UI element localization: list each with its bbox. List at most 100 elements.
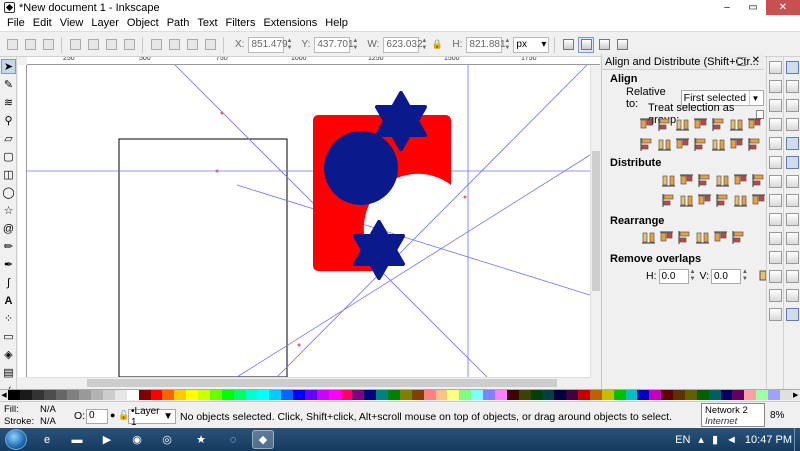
command-8-icon[interactable] (769, 194, 782, 207)
command-11-icon[interactable] (769, 251, 782, 264)
raise-icon[interactable] (166, 37, 182, 53)
color-swatch[interactable] (245, 390, 258, 400)
menu-extensions[interactable]: Extensions (259, 17, 321, 29)
lower-to-bottom-icon[interactable] (202, 37, 218, 53)
command-7-icon[interactable] (769, 175, 782, 188)
distribute-1-button[interactable] (660, 172, 677, 189)
menu-object[interactable]: Object (123, 17, 163, 29)
align-text-1-button[interactable] (638, 136, 655, 153)
snap-6-icon[interactable] (786, 156, 799, 169)
color-swatch[interactable] (376, 390, 388, 400)
overlap-v-input[interactable]: 0.0 (710, 268, 741, 284)
show-desktop-button[interactable] (794, 428, 800, 451)
calligraphy-tool-icon[interactable]: ∫ (1, 275, 16, 290)
command-3-icon[interactable] (769, 99, 782, 112)
align-text-2-button[interactable] (656, 136, 673, 153)
rearrange-2-button[interactable] (658, 229, 675, 246)
align-1-button[interactable] (638, 116, 655, 133)
x-input[interactable]: 851.479 (248, 36, 288, 53)
color-swatch[interactable] (518, 390, 531, 400)
rearrange-5-button[interactable] (712, 229, 729, 246)
menu-file[interactable]: File (3, 17, 29, 29)
color-swatch[interactable] (435, 390, 448, 400)
color-swatch[interactable] (554, 390, 567, 400)
rearrange-4-button[interactable] (694, 229, 711, 246)
color-swatch[interactable] (589, 390, 602, 400)
select-all-icon[interactable] (4, 37, 20, 53)
network-icon[interactable]: ▮ (712, 433, 718, 446)
palette-scroll-left-icon[interactable]: ◀ (0, 390, 8, 400)
color-swatch[interactable] (459, 390, 472, 400)
snap-8-icon[interactable] (786, 194, 799, 207)
rearrange-6-button[interactable] (730, 229, 747, 246)
color-swatch[interactable] (221, 390, 234, 400)
palette-scroll-right-icon[interactable]: ▶ (791, 390, 800, 400)
color-swatch[interactable] (162, 390, 175, 400)
snap-12-icon[interactable] (786, 270, 799, 283)
menu-edit[interactable]: Edit (29, 17, 56, 29)
color-swatch[interactable] (411, 390, 424, 400)
tray-expand-icon[interactable]: ▴ (698, 433, 704, 446)
align-7-button[interactable] (746, 116, 763, 133)
color-swatch[interactable] (233, 390, 246, 400)
color-swatch[interactable] (79, 390, 92, 400)
color-swatch[interactable] (779, 390, 792, 400)
color-swatch[interactable] (637, 390, 650, 400)
vertical-scrollbar[interactable] (590, 65, 600, 377)
x-spinner-icon[interactable]: ▲ ▼ (286, 37, 293, 53)
distribute-gap-4-button[interactable] (714, 192, 731, 209)
color-swatch[interactable] (293, 390, 305, 400)
align-text-5-button[interactable] (710, 136, 727, 153)
distribute-gap-5-button[interactable] (732, 192, 749, 209)
color-swatch[interactable] (31, 390, 44, 400)
flip-vertical-icon[interactable] (121, 37, 137, 53)
align-4-button[interactable] (692, 116, 709, 133)
h-spinner-icon[interactable]: ▲ ▼ (504, 37, 511, 53)
language-indicator[interactable]: EN (675, 434, 690, 446)
distribute-gap-1-button[interactable] (660, 192, 677, 209)
color-swatch[interactable] (423, 390, 436, 400)
command-10-icon[interactable] (769, 232, 782, 245)
color-swatch[interactable] (483, 390, 495, 400)
command-12-icon[interactable] (769, 270, 782, 283)
visibility-icon[interactable]: ● (110, 410, 115, 420)
command-2-icon[interactable] (769, 80, 782, 93)
color-swatch[interactable] (578, 390, 590, 400)
color-swatch[interactable] (91, 390, 103, 400)
color-swatch[interactable] (150, 390, 163, 400)
align-text-3-button[interactable] (674, 136, 691, 153)
color-swatch[interactable] (388, 390, 400, 400)
color-swatch[interactable] (542, 390, 555, 400)
snap-11-icon[interactable] (786, 251, 799, 264)
color-swatch[interactable] (186, 390, 198, 400)
flip-horizontal-icon[interactable] (103, 37, 119, 53)
horizontal-scrollbar[interactable] (27, 377, 590, 387)
snap-4-icon[interactable] (786, 118, 799, 131)
snap-13-icon[interactable] (786, 289, 799, 302)
minimize-button[interactable]: – (714, 0, 740, 15)
color-swatch[interactable] (328, 390, 341, 400)
scrollbar-thumb[interactable] (87, 379, 557, 387)
pen-tool-icon[interactable]: ✒ (1, 257, 16, 272)
inkscape-taskbar-icon[interactable]: ◆ (252, 430, 274, 449)
distribute-gap-6-button[interactable] (750, 192, 767, 209)
color-swatch[interactable] (352, 390, 365, 400)
color-swatch[interactable] (19, 390, 32, 400)
menu-path[interactable]: Path (163, 17, 194, 29)
move-patterns-icon[interactable] (614, 37, 630, 53)
color-swatch[interactable] (114, 390, 127, 400)
command-4-icon[interactable] (769, 118, 782, 131)
color-swatch[interactable] (257, 390, 270, 400)
snap-5-icon[interactable] (786, 137, 799, 150)
color-swatch[interactable] (732, 390, 745, 400)
drawing-canvas[interactable] (27, 65, 590, 377)
command-9-icon[interactable] (769, 213, 782, 226)
align-text-7-button[interactable] (746, 136, 763, 153)
color-swatch[interactable] (625, 390, 638, 400)
snap-10-icon[interactable] (786, 232, 799, 245)
color-swatch[interactable] (601, 390, 614, 400)
app-ring-icon[interactable]: ◌ (222, 430, 244, 449)
panel-iconify-icon[interactable] (737, 57, 746, 66)
overlap-v-spinner-icon[interactable]: ▲ ▼ (742, 269, 748, 283)
media-player-icon[interactable]: ▶ (96, 430, 118, 449)
